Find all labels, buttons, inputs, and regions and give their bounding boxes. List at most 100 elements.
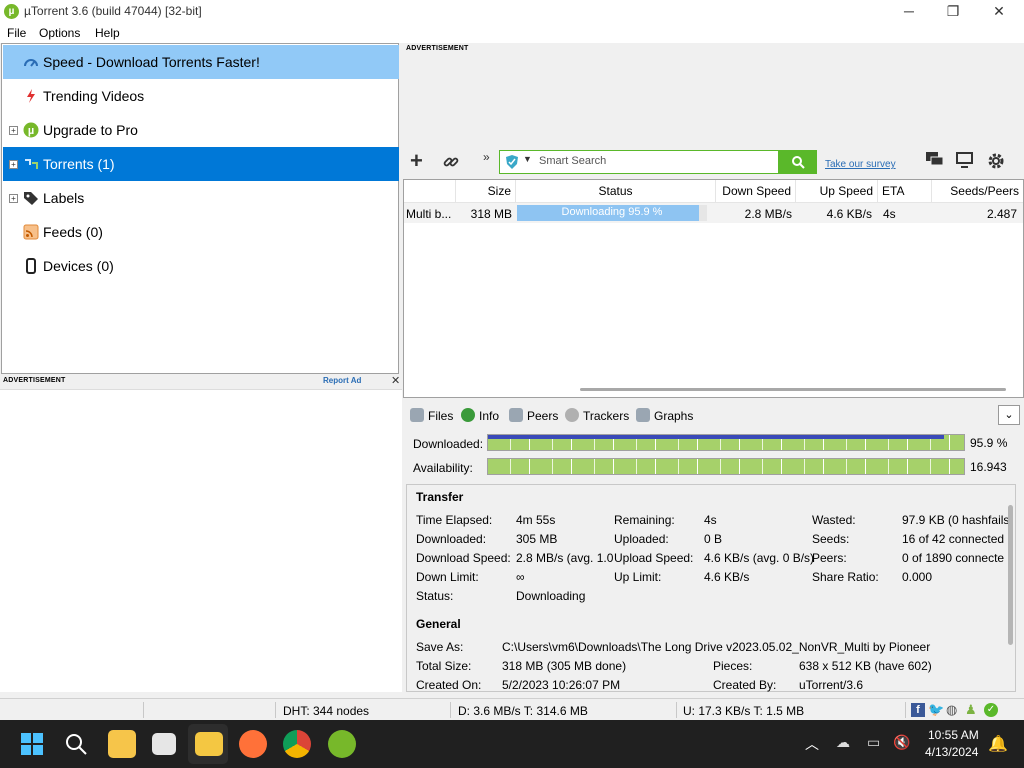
tab-graphs[interactable]: Graphs — [636, 407, 693, 425]
sidebar-item-torrents[interactable]: + Torrents (1) — [3, 147, 399, 181]
file-explorer-icon[interactable] — [195, 732, 223, 756]
upload-status[interactable]: U: 17.3 KB/s T: 1.5 MB — [683, 704, 804, 718]
sidebar-item-feeds[interactable]: Feeds (0) — [3, 215, 399, 249]
clock-time[interactable]: 10:55 AM — [928, 728, 979, 742]
peers-icon — [509, 408, 523, 422]
settings-gear-icon[interactable] — [986, 151, 1006, 171]
tab-info[interactable]: Info — [461, 407, 499, 425]
restore-button[interactable]: ❐ — [930, 0, 976, 23]
clock-date[interactable]: 4/13/2024 — [925, 745, 978, 759]
utorrent-taskbar-icon[interactable] — [328, 730, 356, 758]
total-size-value: 318 MB (305 MB done) — [502, 659, 627, 673]
peers-label: Peers: — [812, 551, 847, 565]
sidebar-item-devices[interactable]: Devices (0) — [3, 249, 399, 283]
download-status[interactable]: D: 3.6 MB/s T: 314.6 MB — [458, 704, 588, 718]
chevron-up-icon[interactable]: ︿ — [805, 734, 819, 754]
menu-bar: File Options Help — [0, 23, 1024, 43]
expand-icon[interactable]: + — [9, 194, 18, 203]
separator — [450, 702, 451, 718]
graphs-icon — [636, 408, 650, 422]
sidebar-item-label: Speed - Download Torrents Faster! — [43, 54, 260, 70]
remaining-label: Remaining: — [614, 513, 675, 527]
copilot-pre-icon[interactable] — [108, 730, 136, 758]
report-ad-link[interactable]: Report Ad — [323, 376, 361, 385]
chevron-down-icon: ⌄ — [1004, 409, 1014, 421]
uploaded-label: Uploaded: — [614, 532, 669, 546]
sidebar-item-speed[interactable]: Speed - Download Torrents Faster! — [3, 45, 399, 79]
chat-icon[interactable] — [925, 151, 945, 169]
time-elapsed-label: Time Elapsed: — [416, 513, 493, 527]
expand-icon[interactable]: + — [9, 126, 18, 135]
display-icon[interactable]: ▭ — [867, 734, 880, 751]
firefox-icon[interactable] — [239, 730, 267, 758]
check-status-icon[interactable]: ✓ — [984, 703, 998, 717]
downloaded-label: Downloaded: — [416, 532, 487, 546]
column-header-eta[interactable]: ETA — [878, 180, 932, 202]
menu-file[interactable]: File — [7, 26, 26, 40]
close-button[interactable]: ✕ — [976, 0, 1022, 23]
search-button[interactable] — [779, 150, 817, 174]
status-label: Status: — [416, 589, 454, 603]
sidebar-item-trending[interactable]: Trending Videos — [3, 79, 399, 113]
close-icon: ✕ — [993, 3, 1005, 19]
close-ad-icon[interactable]: ✕ — [391, 374, 400, 387]
expand-icon[interactable]: + — [9, 160, 18, 169]
time-elapsed-value: 4m 55s — [516, 513, 556, 527]
column-header-name[interactable] — [404, 180, 456, 202]
dht-status: DHT: 344 nodes — [283, 704, 370, 718]
column-header-status[interactable]: Status — [516, 180, 716, 202]
search-input[interactable]: ▼ Smart Search — [499, 150, 779, 174]
save-as-label: Save As: — [416, 640, 464, 654]
search-icon[interactable] — [65, 733, 87, 755]
notification-bell-icon[interactable]: 🔔 — [988, 734, 1008, 754]
android-icon[interactable]: ♟ — [965, 702, 977, 718]
column-header-up-speed[interactable]: Up Speed — [796, 180, 878, 202]
availability-label: Availability: — [413, 461, 473, 475]
tab-peers[interactable]: Peers — [509, 407, 558, 425]
twitter-icon[interactable]: 🐦 — [928, 702, 944, 718]
network-icon[interactable]: ☁ — [836, 734, 850, 751]
rss-icon — [23, 224, 39, 240]
remote-icon[interactable] — [955, 151, 975, 169]
download-speed-label: Download Speed: — [416, 551, 511, 565]
add-torrent-button[interactable]: + — [410, 150, 423, 172]
chrome-icon[interactable] — [283, 730, 311, 758]
sidebar-item-labels[interactable]: + Labels — [3, 181, 399, 215]
horizontal-scrollbar[interactable] — [580, 388, 1006, 391]
survey-link[interactable]: Take our survey — [825, 159, 896, 170]
menu-options[interactable]: Options — [39, 26, 80, 40]
task-view-icon[interactable] — [152, 733, 176, 755]
torrent-name: Multi b... — [406, 207, 452, 221]
downloaded-value: 305 MB — [516, 532, 558, 546]
link-icon[interactable] — [442, 153, 460, 171]
windows-start-icon[interactable] — [21, 733, 43, 755]
collapse-panel-button[interactable]: ⌄ — [998, 405, 1020, 425]
minimize-icon: ─ — [904, 3, 914, 19]
upload-speed-label: Upload Speed: — [614, 551, 694, 565]
ad-label: ADVERTISEMENT — [406, 45, 469, 52]
volume-muted-icon[interactable]: 🔇 — [893, 734, 910, 751]
facebook-icon[interactable]: f — [911, 703, 925, 717]
column-header-down-speed[interactable]: Down Speed — [716, 180, 796, 202]
tab-label: Files — [428, 409, 454, 423]
svg-text:µ: µ — [28, 125, 34, 137]
tab-trackers[interactable]: Trackers — [565, 407, 629, 425]
down-limit-label: Down Limit: — [416, 570, 479, 584]
more-icon[interactable]: » — [483, 148, 490, 166]
table-row[interactable]: Multi b... 318 MB Downloading 95.9 % 2.8… — [404, 203, 1023, 223]
torrent-status: Downloading 95.9 % — [561, 206, 663, 218]
tab-files[interactable]: Files — [410, 407, 453, 425]
sidebar-item-upgrade[interactable]: + µ Upgrade to Pro — [3, 113, 399, 147]
menu-help[interactable]: Help — [95, 26, 120, 40]
dropdown-arrow-icon[interactable]: ▼ — [523, 154, 532, 164]
column-header-size[interactable]: Size — [456, 180, 516, 202]
speedometer-icon — [24, 59, 38, 67]
title-bar: µ µTorrent 3.6 (build 47044) [32-bit] ─ … — [0, 0, 1024, 23]
progress-bar: Downloading 95.9 % — [517, 205, 707, 221]
globe-icon[interactable]: ◍ — [946, 702, 957, 718]
wasted-value: 97.9 KB (0 hashfails — [902, 513, 1010, 527]
vertical-scrollbar[interactable] — [1008, 505, 1013, 645]
up-limit-label: Up Limit: — [614, 570, 662, 584]
column-header-seeds-peers[interactable]: Seeds/Peers — [932, 180, 1023, 202]
minimize-button[interactable]: ─ — [886, 0, 932, 23]
